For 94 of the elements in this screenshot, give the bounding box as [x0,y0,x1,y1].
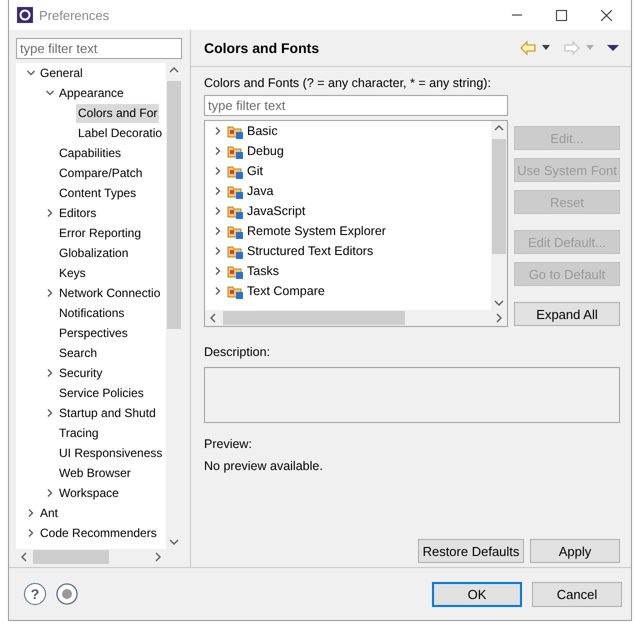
scroll-right-icon[interactable] [154,552,162,562]
tree-item[interactable]: Error Reporting [57,224,144,242]
maximize-icon[interactable] [556,10,567,20]
tree-item[interactable]: Git [247,164,263,178]
folder-icon [227,204,243,218]
expand-icon[interactable] [45,488,55,498]
tree-item[interactable]: Startup and Shutd [57,404,158,422]
window-title: Preferences [39,8,110,22]
tree-item[interactable]: Security [57,364,104,382]
tree-item[interactable]: Content Types [57,184,138,202]
folder-icon [227,144,243,158]
tree-item[interactable]: Keys [57,264,88,282]
filter-field[interactable]: type filter text [204,95,508,116]
tree-item[interactable]: General [38,64,85,82]
tree-item[interactable]: Compare/Patch [57,164,144,182]
expand-icon[interactable] [213,186,223,196]
preview-text: No preview available. [204,458,324,475]
tree-item[interactable]: Workspace [57,484,121,502]
folder-icon [227,284,243,298]
tree-item[interactable]: UI Responsiveness [57,444,164,462]
scroll-left-icon[interactable] [20,552,28,562]
expand-icon[interactable] [45,208,55,218]
tree-item[interactable]: Colors and For [76,104,160,122]
folder-icon [227,224,243,238]
expand-icon[interactable] [213,126,223,136]
tree-item[interactable]: Network Connectio [57,284,162,302]
tree-item[interactable]: Basic [247,124,278,138]
expand-icon[interactable] [213,246,223,256]
tree-item[interactable]: Perspectives [57,324,130,342]
expand-icon[interactable] [45,288,55,298]
filter-label: Colors and Fonts (? = any character, * = any string): [204,75,492,92]
scroll-up-icon[interactable] [169,66,179,74]
collapse-icon[interactable] [45,88,55,98]
tree-item[interactable]: Ant [38,504,60,522]
tree-item[interactable]: Text Compare [247,284,325,298]
scroll-down-icon[interactable] [169,538,179,546]
scrollbar-thumb[interactable] [223,311,405,325]
scroll-left-icon[interactable] [209,313,217,323]
ok-button[interactable]: OK [432,582,522,606]
tree-item[interactable]: Capabilities [57,144,124,162]
expand-icon[interactable] [45,408,55,418]
cancel-button[interactable]: Cancel [532,582,622,606]
tree-item[interactable]: Web Browser [57,464,133,482]
app-icon [17,7,33,23]
folder-icon [227,164,243,178]
tree-item[interactable]: Search [57,344,100,362]
tree-item[interactable]: Globalization [57,244,130,262]
tree-item[interactable]: Remote System Explorer [247,224,386,238]
tree-item[interactable]: Debug [247,144,284,158]
tree-item[interactable]: Label Decoratio [76,124,164,142]
close-icon[interactable] [601,10,612,20]
description-label: Description: [204,344,271,361]
folder-icon [227,184,243,198]
tree-item[interactable]: Java [247,184,274,198]
apply-button[interactable]: Apply [530,539,620,563]
scrollbar-thumb[interactable] [167,81,181,329]
help-button[interactable]: ? [24,583,46,605]
scrollbar[interactable] [205,310,507,326]
expand-icon[interactable] [26,508,36,518]
scrollbar-thumb[interactable] [492,139,506,254]
record-icon[interactable] [56,583,78,605]
scrollbar[interactable] [491,121,507,310]
dropdown-icon[interactable] [541,45,551,51]
tree-item[interactable]: Editors [57,204,98,222]
collapse-icon[interactable] [26,68,36,78]
expand-icon[interactable] [213,146,223,156]
tree-item[interactable]: Structured Text Editors [247,244,374,258]
expand-icon[interactable] [45,368,55,378]
preview-label: Preview: [204,436,253,453]
tree-item[interactable]: Code Recommenders [38,524,159,542]
restore-defaults-button[interactable]: Restore Defaults [418,539,524,563]
expand-icon[interactable] [26,528,36,538]
folder-icon [227,244,243,258]
expand-icon[interactable] [213,206,223,216]
tree-item[interactable]: Tracing [57,424,101,442]
action-button[interactable]: Expand All [514,302,620,326]
expand-icon[interactable] [213,166,223,176]
scroll-down-icon[interactable] [494,299,504,307]
filter-field[interactable]: type filter text [16,38,182,59]
folder-icon [227,124,243,138]
menu-icon[interactable] [607,44,619,52]
expand-icon[interactable] [213,266,223,276]
tree-item[interactable]: Notifications [57,304,126,322]
folder-icon [227,264,243,278]
page-title: Colors and Fonts [204,40,320,56]
expand-icon[interactable] [213,226,223,236]
scroll-up-icon[interactable] [494,124,504,132]
tree-item[interactable]: Appearance [57,84,126,102]
scrollbar-thumb[interactable] [33,550,109,564]
expand-icon[interactable] [213,286,223,296]
tree-item[interactable]: Tasks [247,264,279,278]
tree-item[interactable]: JavaScript [247,204,306,218]
scroll-right-icon[interactable] [495,313,503,323]
tree-item[interactable]: Service Policies [57,384,146,402]
